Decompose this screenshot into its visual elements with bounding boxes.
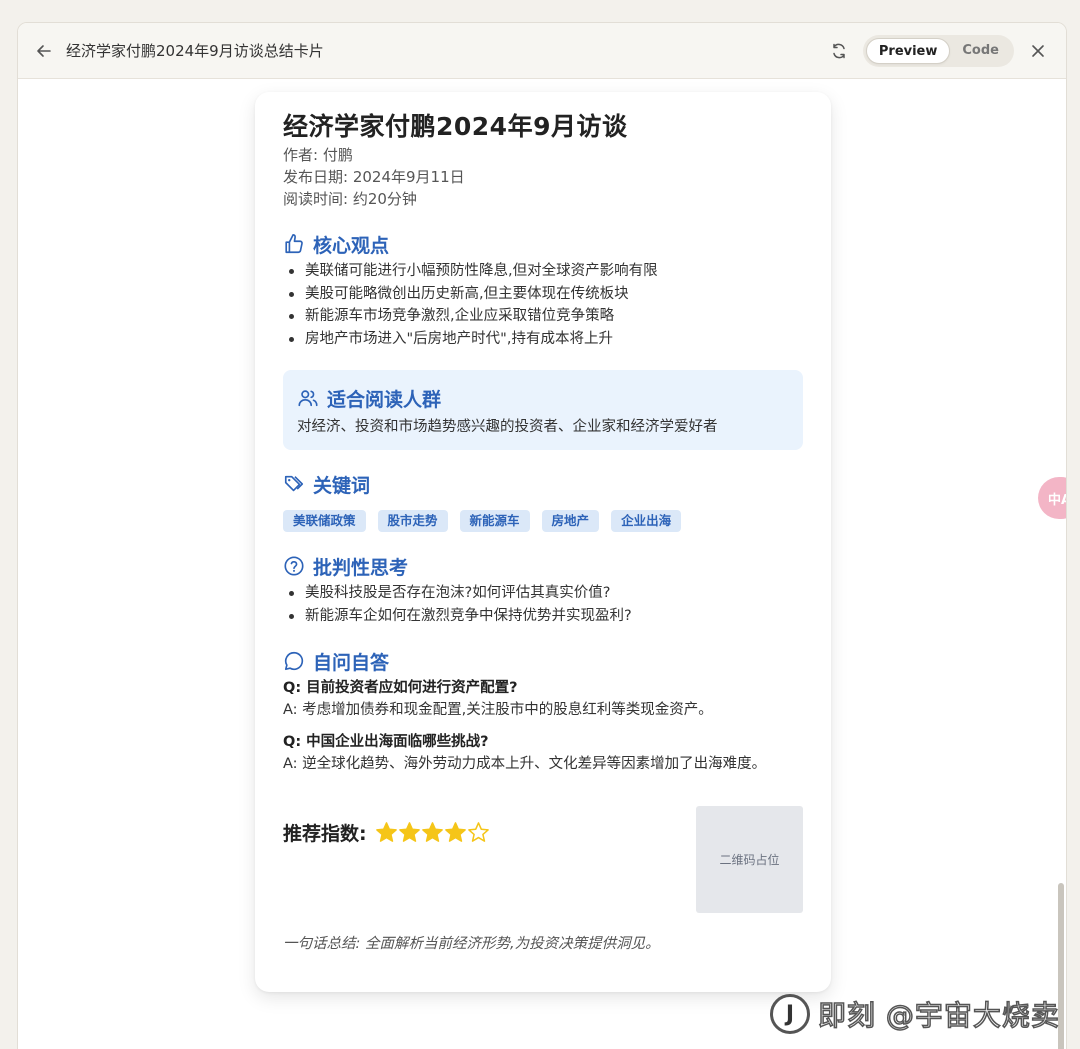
answer: A: 逆全球化趋势、海外劳动力成本上升、文化差异等因素增加了出海难度。 xyxy=(283,756,767,772)
list-item: 新能源车市场竞争激烈,企业应采取错位竞争策略 xyxy=(283,305,803,328)
answer: A: 考虑增加债券和现金配置,关注股市中的股息红利等类现金资产。 xyxy=(283,702,713,718)
keyword-tag[interactable]: 房地产 xyxy=(541,510,600,532)
publish-date: 发布日期: 2024年9月11日 xyxy=(283,168,465,186)
audience-box: 适合阅读人群 对经济、投资和市场趋势感兴趣的投资者、企业家和经济学爱好者 xyxy=(283,370,803,450)
list-item: 房地产市场进入"后房地产时代",持有成本将上升 xyxy=(283,328,803,351)
watermark-text: 即刻 @宇宙大烧卖 xyxy=(817,998,1060,1033)
qa-item: Q: 中国企业出海面临哪些挑战? A: 逆全球化趋势、海外劳动力成本上升、文化差… xyxy=(283,731,803,775)
keywords-heading: 关键词 xyxy=(283,470,803,498)
star-filled-icon xyxy=(444,822,466,842)
core-views-heading: 核心观点 xyxy=(283,230,803,258)
critical-list: 美股科技股是否存在泡沫?如何评估其真实价值? 新能源车企如何在激烈竞争中保持优势… xyxy=(283,582,803,627)
refresh-button[interactable] xyxy=(825,37,853,65)
audience-heading: 适合阅读人群 xyxy=(297,384,789,412)
section-title: 自问自答 xyxy=(313,651,390,674)
star-filled-icon xyxy=(375,822,397,842)
star-empty-icon xyxy=(467,822,489,842)
view-toggle: Preview Code xyxy=(862,35,1014,67)
qa-heading: 自问自答 xyxy=(283,647,803,675)
star-filled-icon xyxy=(421,822,443,842)
section-title: 适合阅读人群 xyxy=(327,388,442,411)
author: 作者: 付鹏 xyxy=(283,146,353,164)
section-title: 关键词 xyxy=(313,474,371,497)
keyword-tags: 美联储政策 股市走势 新能源车 房地产 企业出海 xyxy=(283,510,803,532)
close-icon xyxy=(1032,45,1044,57)
keyword-tag[interactable]: 美联储政策 xyxy=(283,510,366,532)
list-item: 美股可能略微创出历史新高,但主要体现在传统板块 xyxy=(283,283,803,306)
qa-item: Q: 目前投资者应如何进行资产配置? A: 考虑增加债券和现金配置,关注股市中的… xyxy=(283,677,803,721)
rating-label: 推荐指数: xyxy=(283,823,367,845)
critical-heading: 批判性思考 xyxy=(283,552,803,580)
list-item: 美股科技股是否存在泡沫?如何评估其真实价值? xyxy=(283,582,803,605)
list-item: 美联储可能进行小幅预防性降息,但对全球资产影响有限 xyxy=(283,260,803,283)
section-title: 批判性思考 xyxy=(313,556,409,579)
tab-preview[interactable]: Preview xyxy=(865,38,951,64)
jike-logo-icon: J xyxy=(770,994,810,1034)
watermark: J 即刻 @宇宙大烧卖 xyxy=(770,994,1060,1034)
thumbs-up-icon xyxy=(283,233,305,255)
section-title: 核心观点 xyxy=(313,234,390,257)
question: Q: 中国企业出海面临哪些挑战? xyxy=(283,734,489,750)
core-views-list: 美联储可能进行小幅预防性降息,但对全球资产影响有限 美股可能略微创出历史新高,但… xyxy=(283,260,803,350)
qr-code-placeholder: 二维码占位 xyxy=(696,806,803,913)
question-circle-icon xyxy=(283,555,305,577)
audience-text: 对经济、投资和市场趋势感兴趣的投资者、企业家和经济学爱好者 xyxy=(297,419,718,435)
question: Q: 目前投资者应如何进行资产配置? xyxy=(283,680,518,696)
close-button[interactable] xyxy=(1024,37,1052,65)
translate-float-button[interactable]: 中A xyxy=(1038,477,1066,519)
keyword-tag[interactable]: 新能源车 xyxy=(459,510,530,532)
rating: 推荐指数: xyxy=(283,819,490,846)
back-button[interactable] xyxy=(32,39,56,63)
users-icon xyxy=(297,387,319,409)
list-item: 新能源车企如何在激烈竞争中保持优势并实现盈利? xyxy=(283,605,803,628)
tags-icon xyxy=(283,473,305,495)
arrow-left-icon xyxy=(37,44,51,57)
tab-code[interactable]: Code xyxy=(950,38,1011,64)
one-line-summary: 一句话总结: 全面解析当前经济形势,为投资决策提供洞见。 xyxy=(283,936,660,952)
star-filled-icon xyxy=(398,822,420,842)
artifact-window: 经济学家付鹏2024年9月访谈总结卡片 Preview Code 经济学家付鹏2… xyxy=(17,22,1067,1049)
rating-stars xyxy=(375,821,490,844)
keyword-tag[interactable]: 企业出海 xyxy=(611,510,682,532)
refresh-icon xyxy=(833,43,845,59)
window-header: 经济学家付鹏2024年9月访谈总结卡片 Preview Code xyxy=(18,23,1066,79)
summary-card: 经济学家付鹏2024年9月访谈 作者: 付鹏 发布日期: 2024年9月11日 … xyxy=(255,92,831,992)
chat-bubble-icon xyxy=(283,650,305,672)
keyword-tag[interactable]: 股市走势 xyxy=(377,510,448,532)
reading-time: 阅读时间: 约20分钟 xyxy=(283,190,417,208)
preview-area: 经济学家付鹏2024年9月访谈 作者: 付鹏 发布日期: 2024年9月11日 … xyxy=(18,80,1066,1049)
window-title: 经济学家付鹏2024年9月访谈总结卡片 xyxy=(66,42,324,60)
card-title: 经济学家付鹏2024年9月访谈 xyxy=(283,112,628,141)
